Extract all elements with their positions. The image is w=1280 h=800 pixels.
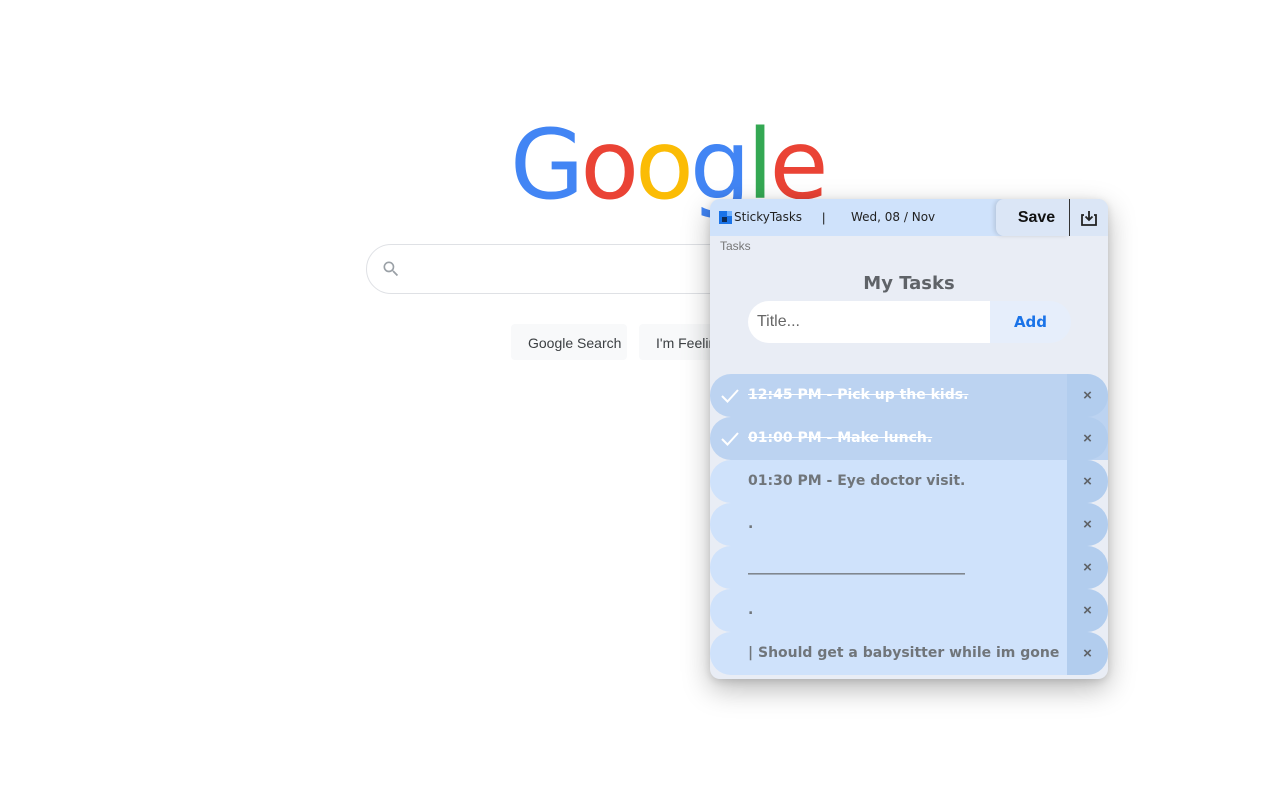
task-text: . (748, 516, 754, 532)
checkmark-icon (721, 389, 739, 403)
app-name: StickyTasks (734, 210, 803, 224)
stickytasks-logo-icon (719, 211, 732, 224)
task-row[interactable]: 01:30 PM - Eye doctor visit. × (710, 460, 1108, 503)
current-date: Wed, 08 / Nov (851, 210, 936, 224)
stickytasks-popup: StickyTasks | Wed, 08 / Nov Save Tasks M… (710, 199, 1108, 679)
save-button[interactable]: Save (996, 199, 1069, 236)
checkmark-icon (721, 432, 739, 446)
logo-letter: o (635, 109, 694, 221)
delete-task-button[interactable]: × (1067, 632, 1108, 675)
add-task-button[interactable]: Add (990, 301, 1071, 343)
task-text: _______________________________ (748, 559, 965, 575)
panel-title: My Tasks (863, 273, 955, 294)
task-row[interactable]: | Should get a babysitter while im gone … (710, 632, 1108, 675)
task-row[interactable]: . × (710, 503, 1108, 546)
task-row[interactable]: _______________________________ × (710, 546, 1108, 589)
task-list: 12:45 PM - Pick up the kids. × 01:00 PM - … (710, 374, 1108, 675)
task-row[interactable]: . × (710, 589, 1108, 632)
delete-task-button[interactable]: × (1067, 460, 1108, 503)
task-text: 01:30 PM - Eye doctor visit. (748, 473, 966, 489)
download-icon (1081, 211, 1097, 226)
logo-letter: o (580, 109, 639, 221)
delete-task-button[interactable]: × (1067, 589, 1108, 632)
task-row[interactable]: 12:45 PM - Pick up the kids. × (710, 374, 1108, 417)
task-row[interactable]: 01:00 PM - Make lunch. × (710, 417, 1108, 460)
delete-task-button[interactable]: × (1067, 546, 1108, 589)
delete-task-button[interactable]: × (1067, 374, 1108, 417)
delete-task-button[interactable]: × (1067, 417, 1108, 460)
tab-tasks[interactable]: Tasks (720, 239, 751, 253)
task-text: | Should get a babysitter while im gone … (748, 645, 1063, 661)
task-title-input[interactable] (748, 301, 990, 343)
task-text: 01:00 PM - Make lunch. (748, 430, 933, 446)
export-button[interactable] (1070, 199, 1108, 236)
logo-letter: G (510, 109, 584, 221)
google-search-button[interactable]: Google Search (511, 324, 627, 360)
task-text: 12:45 PM - Pick up the kids. (748, 387, 969, 403)
delete-task-button[interactable]: × (1067, 503, 1108, 546)
topbar-separator: | (822, 210, 826, 225)
task-text: . (748, 602, 754, 618)
popup-topbar: StickyTasks | Wed, 08 / Nov Save (710, 199, 1108, 236)
search-icon (383, 261, 399, 277)
